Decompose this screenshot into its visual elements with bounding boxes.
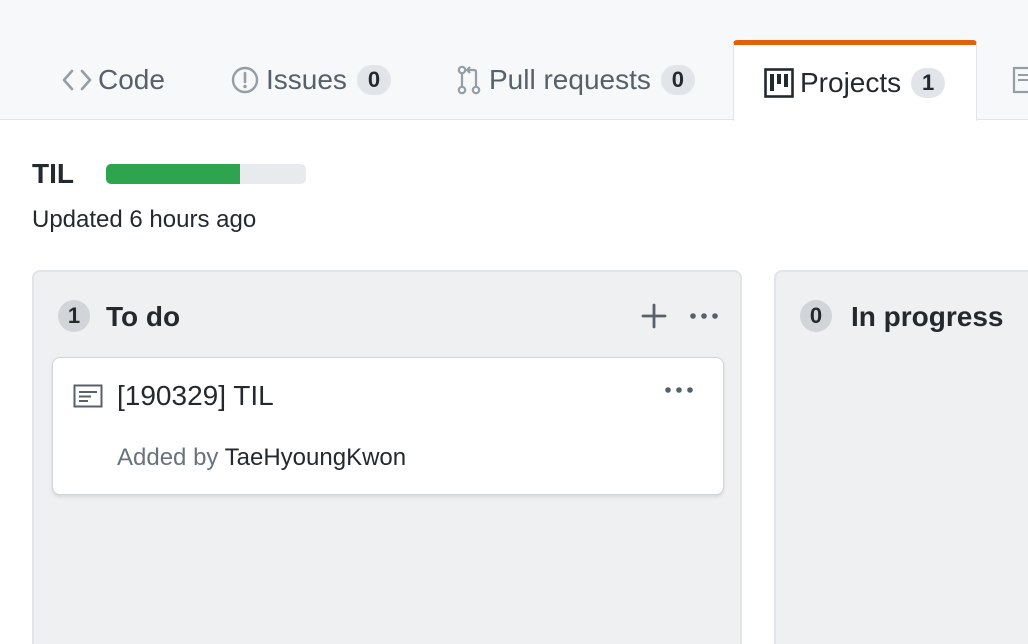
add-card-button[interactable]: [638, 300, 670, 332]
progress-bar-fill: [106, 164, 240, 184]
card-added-by: Added by TaeHyoungKwon: [117, 444, 406, 472]
pull-request-icon: [455, 64, 483, 96]
project-updated-time: Updated 6 hours ago: [32, 206, 257, 233]
card-title[interactable]: [190329] TIL: [117, 380, 274, 412]
tab-wiki[interactable]: [1012, 40, 1028, 120]
kebab-horizontal-icon: [665, 387, 693, 393]
tab-code-label: Code: [98, 64, 165, 95]
pull-requests-count-badge: 0: [660, 65, 695, 95]
project-card[interactable]: [190329] TIL Added by TaeHyoungKwon: [52, 357, 724, 495]
column-title: To do: [106, 301, 181, 332]
kebab-horizontal-icon: [690, 313, 718, 319]
project-icon: [764, 68, 794, 98]
column-card-count: 1: [58, 300, 90, 332]
tab-issues-label: Issues: [266, 64, 347, 95]
card-author-link[interactable]: TaeHyoungKwon: [225, 444, 406, 471]
column-to-do: 1 To do [190329] TIL Added by TaeHyoungK…: [32, 270, 742, 644]
column-menu-button[interactable]: [686, 300, 722, 332]
column-header: 1 To do: [34, 300, 740, 336]
projects-count-badge: 1: [911, 68, 946, 98]
column-card-count: 0: [800, 300, 832, 332]
issue-icon: [230, 65, 260, 95]
added-by-label: Added by: [117, 444, 219, 471]
book-icon: [1012, 65, 1028, 95]
tab-issues[interactable]: Issues 0: [230, 40, 391, 120]
column-in-progress: 0 In progress: [774, 270, 1028, 644]
project-progress-bar: [106, 164, 306, 184]
tab-pull-requests-label: Pull requests: [489, 64, 651, 95]
tab-projects-label: Projects: [800, 67, 902, 98]
card-menu-button[interactable]: [661, 376, 697, 404]
column-header: 0 In progress: [776, 300, 1028, 336]
code-icon: [62, 68, 92, 92]
project-title: TIL: [32, 158, 74, 189]
plus-icon: [641, 303, 667, 329]
tab-code[interactable]: Code: [62, 40, 165, 120]
note-icon: [73, 384, 103, 413]
repo-nav-tabs: Code Issues 0 Pull requests 0 Projects 1: [0, 0, 1028, 121]
column-title: In progress: [851, 301, 1004, 332]
tab-projects[interactable]: Projects 1: [733, 40, 977, 121]
issues-count-badge: 0: [356, 65, 391, 95]
tab-pull-requests[interactable]: Pull requests 0: [455, 40, 695, 120]
